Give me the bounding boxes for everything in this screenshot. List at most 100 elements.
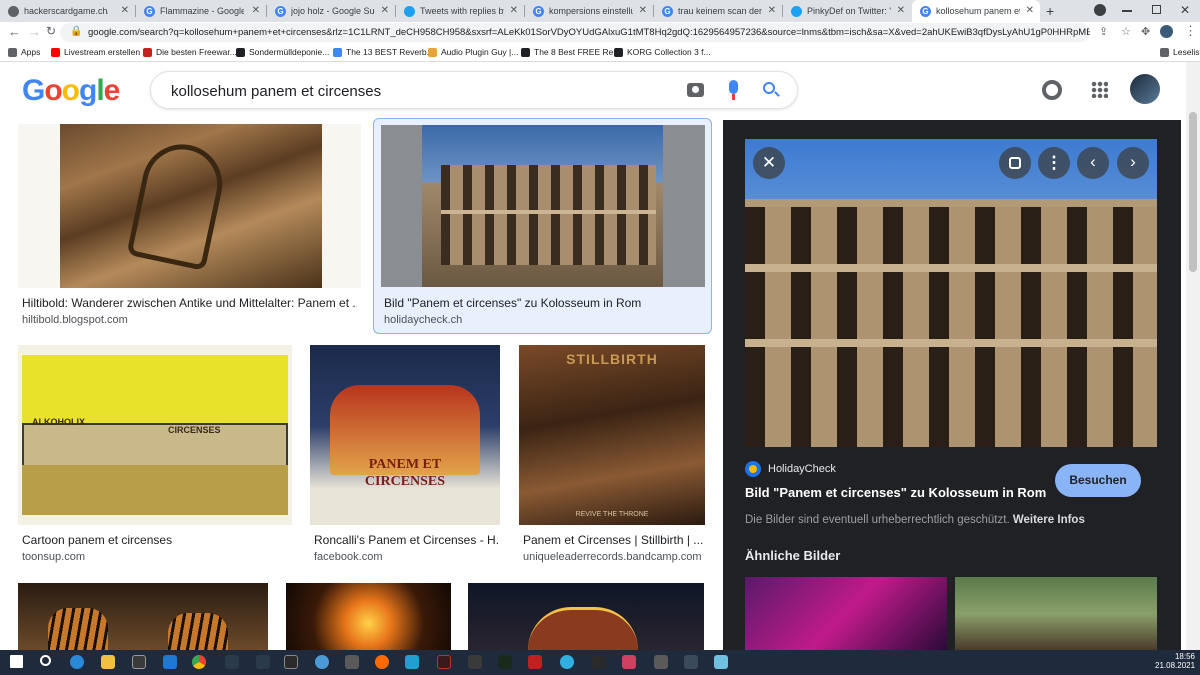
app-icon[interactable] bbox=[345, 655, 359, 669]
bookmark-sondermuell[interactable]: Sondermülldeponie... bbox=[236, 47, 329, 57]
result-card-holidaycheck-selected[interactable]: Bild "Panem et circenses" zu Kolosseum i… bbox=[373, 118, 712, 334]
app-icon[interactable] bbox=[622, 655, 636, 669]
bookmark-livestream[interactable]: Livestream erstellen bbox=[51, 47, 140, 57]
result-title[interactable]: Hiltibold: Wanderer zwischen Antike und … bbox=[22, 296, 357, 310]
keyboard-icon[interactable] bbox=[468, 655, 482, 669]
bookmark-best-free[interactable]: The 8 Best FREE Re... bbox=[521, 47, 620, 57]
ableton-live-icon[interactable] bbox=[284, 655, 298, 669]
app-icon[interactable] bbox=[654, 655, 668, 669]
result-title[interactable]: Bild "Panem et circenses" zu Kolosseum i… bbox=[384, 296, 704, 310]
google-apps-icon[interactable] bbox=[1091, 81, 1108, 98]
google-logo[interactable]: Google bbox=[22, 74, 120, 108]
close-tab-icon[interactable]: ✕ bbox=[121, 5, 129, 16]
result-source[interactable]: toonsup.com bbox=[22, 551, 85, 563]
result-title[interactable]: Panem et Circenses | Stillbirth | ... bbox=[523, 533, 703, 547]
app-icon[interactable] bbox=[375, 655, 389, 669]
result-thumbnail-fire[interactable] bbox=[286, 583, 451, 650]
camera-icon[interactable] bbox=[687, 83, 704, 97]
restore-icon[interactable] bbox=[1152, 5, 1161, 14]
forward-icon[interactable]: → bbox=[28, 24, 41, 39]
app-icon[interactable] bbox=[592, 655, 606, 669]
close-tab-icon[interactable]: ✕ bbox=[381, 5, 389, 16]
profile-avatar[interactable] bbox=[1160, 25, 1173, 38]
result-thumbnail[interactable]: PANEM ET CIRCENSES bbox=[310, 345, 500, 525]
close-tab-icon[interactable]: ✕ bbox=[252, 5, 260, 16]
back-icon[interactable]: ← bbox=[8, 24, 21, 39]
bookmark-freeware[interactable]: Die besten Freewar... bbox=[143, 47, 237, 57]
search-icon[interactable] bbox=[763, 82, 780, 97]
tab-trau-keinem[interactable]: G trau keinem scan den du n ✕ bbox=[654, 0, 782, 22]
skype-icon[interactable] bbox=[405, 655, 419, 669]
app-icon[interactable] bbox=[437, 655, 451, 669]
search-box[interactable]: kollosehum panem et circenses bbox=[150, 71, 798, 109]
settings-gear-icon[interactable] bbox=[1042, 80, 1062, 100]
close-preview-icon[interactable]: ✕ bbox=[753, 147, 785, 179]
close-tab-icon[interactable]: ✕ bbox=[639, 5, 647, 16]
result-card-stillbirth[interactable]: STILLBIRTH REVIVE THE THRONE Panem et Ci… bbox=[519, 345, 705, 567]
menu-icon[interactable]: ⋮ bbox=[1184, 23, 1197, 39]
close-tab-icon[interactable]: ✕ bbox=[510, 5, 518, 16]
page-scrollbar[interactable] bbox=[1186, 62, 1200, 650]
more-options-icon[interactable]: ⋮ bbox=[1038, 147, 1070, 179]
microphone-icon[interactable] bbox=[729, 80, 738, 100]
close-tab-icon[interactable]: ✕ bbox=[897, 5, 905, 16]
app-icon[interactable] bbox=[498, 655, 512, 669]
star-icon[interactable]: ☆ bbox=[1121, 25, 1131, 38]
result-thumbnail-circus-night[interactable] bbox=[468, 583, 704, 650]
similar-image-thumbnail[interactable] bbox=[745, 577, 947, 650]
app-icon[interactable] bbox=[256, 655, 270, 669]
bookmark-korg[interactable]: KORG Collection 3 f... bbox=[614, 47, 711, 57]
result-thumbnail[interactable] bbox=[18, 124, 361, 288]
result-title[interactable]: Roncalli's Panem et Circenses - H... bbox=[314, 533, 498, 547]
minimize-icon[interactable] bbox=[1122, 10, 1132, 12]
tab-pinkydef[interactable]: PinkyDef on Twitter: "Musi ✕ bbox=[783, 0, 911, 22]
reload-icon[interactable]: ↻ bbox=[46, 24, 56, 38]
window-close-icon[interactable]: ✕ bbox=[1180, 3, 1190, 17]
visit-button[interactable]: Besuchen bbox=[1055, 464, 1141, 497]
bookmark-apps[interactable]: Apps bbox=[8, 47, 40, 57]
preview-source-name[interactable]: HolidayCheck bbox=[768, 463, 836, 475]
account-avatar[interactable] bbox=[1130, 74, 1160, 104]
tab-jojo-holz[interactable]: G jojo holz - Google Suche ✕ bbox=[267, 0, 395, 22]
app-icon[interactable] bbox=[714, 655, 728, 669]
lens-search-icon[interactable] bbox=[999, 147, 1031, 179]
tab-hackerscardgame[interactable]: hackerscardgame.ch/jpg/Il ✕ bbox=[0, 0, 135, 22]
result-card-hiltibold[interactable]: Hiltibold: Wanderer zwischen Antike und … bbox=[18, 120, 363, 332]
tab-tweets-pink[interactable]: Tweets with replies by Pink ✕ bbox=[396, 0, 524, 22]
previous-image-icon[interactable]: ‹ bbox=[1077, 147, 1109, 179]
result-thumbnail[interactable] bbox=[381, 125, 705, 287]
address-bar[interactable]: 🔒 google.com/search?q=kollosehum+panem+e… bbox=[60, 23, 1090, 42]
scrollbar-thumb[interactable] bbox=[1189, 112, 1197, 272]
result-source[interactable]: facebook.com bbox=[314, 551, 382, 563]
close-tab-icon[interactable]: ✕ bbox=[768, 5, 776, 16]
similar-image-thumbnail[interactable] bbox=[955, 577, 1157, 650]
chrome-icon[interactable] bbox=[192, 655, 206, 669]
bookmark-audio-plugin[interactable]: Audio Plugin Guy |... bbox=[428, 47, 518, 57]
tab-search-icon[interactable] bbox=[1094, 4, 1106, 16]
result-thumbnail[interactable]: ALKOHOLIX CIRCENSES bbox=[18, 345, 292, 525]
result-card-toonsup[interactable]: ALKOHOLIX CIRCENSES Cartoon panem et cir… bbox=[18, 345, 292, 567]
tab-kompersions[interactable]: G kompersions einstellung ✕ bbox=[525, 0, 653, 22]
app-icon[interactable] bbox=[225, 655, 239, 669]
result-source[interactable]: hiltibold.blogspot.com bbox=[22, 314, 128, 326]
close-tab-icon[interactable]: ✕ bbox=[1026, 5, 1034, 16]
search-taskbar-icon[interactable] bbox=[40, 655, 51, 666]
app-icon[interactable] bbox=[560, 655, 574, 669]
preview-image[interactable] bbox=[745, 139, 1157, 447]
app-icon[interactable] bbox=[684, 655, 698, 669]
system-clock[interactable]: 18:56 21.08.2021 bbox=[1155, 652, 1195, 670]
new-tab-button[interactable]: + bbox=[1046, 3, 1054, 19]
result-source[interactable]: holidaycheck.ch bbox=[384, 314, 462, 326]
app-icon[interactable] bbox=[528, 655, 542, 669]
store-icon[interactable] bbox=[132, 655, 146, 669]
search-input[interactable]: kollosehum panem et circenses bbox=[171, 83, 381, 100]
windows-start-icon[interactable] bbox=[10, 655, 23, 668]
tab-kollosehum-active[interactable]: G kollosehum panem et circe ✕ bbox=[912, 0, 1040, 22]
app-icon[interactable] bbox=[315, 655, 329, 669]
result-title[interactable]: Cartoon panem et circenses bbox=[22, 533, 287, 547]
result-thumbnail[interactable]: STILLBIRTH REVIVE THE THRONE bbox=[519, 345, 705, 525]
result-thumbnail-tigers[interactable] bbox=[18, 583, 268, 650]
edge-icon[interactable] bbox=[70, 655, 84, 669]
next-image-icon[interactable]: › bbox=[1117, 147, 1149, 179]
extensions-icon[interactable]: ✥ bbox=[1141, 25, 1150, 38]
